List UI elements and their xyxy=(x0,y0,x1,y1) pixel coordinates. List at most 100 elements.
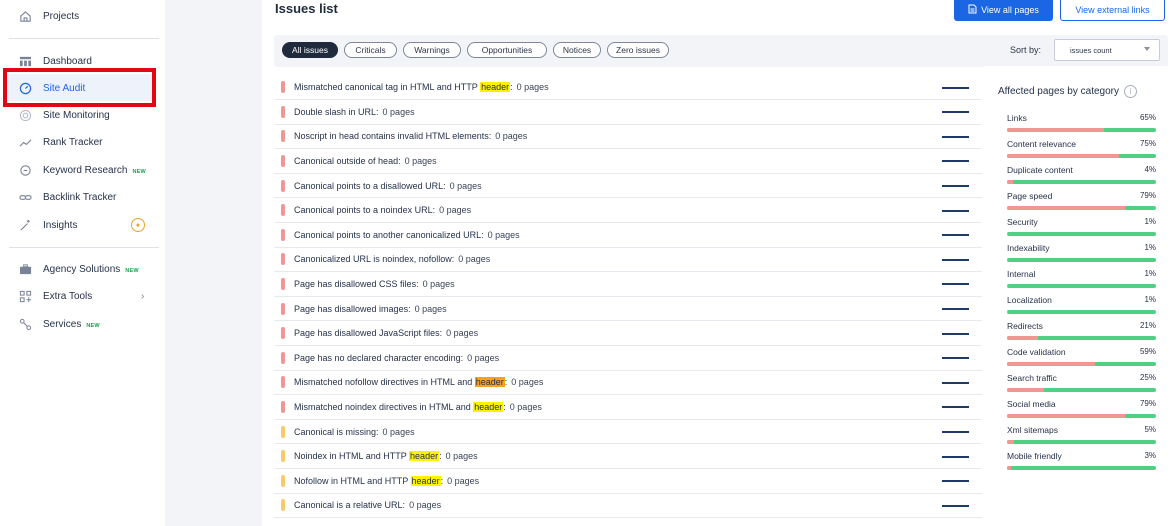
issue-page-count: 0 pages xyxy=(382,426,415,437)
sidebar-item-backlink-tracker[interactable]: Backlink Tracker xyxy=(0,185,165,209)
issue-row[interactable]: Nofollow in HTML and HTTP header: 0 pages xyxy=(274,469,982,494)
info-icon[interactable]: i xyxy=(1124,85,1138,98)
sidebar-item-services[interactable]: Services NEW xyxy=(0,312,165,336)
category-name: Mobile friendly xyxy=(1007,451,1062,461)
severity-indicator xyxy=(281,130,285,143)
chip-criticals[interactable]: Criticals xyxy=(344,42,397,58)
category-item[interactable]: Localization 1% xyxy=(1007,292,1156,318)
sidebar-item-projects[interactable]: Projects xyxy=(0,4,165,28)
issue-row[interactable]: Mismatched nofollow directives in HTML a… xyxy=(274,371,982,396)
issue-page-count: 0 pages xyxy=(495,131,528,142)
category-name: Security xyxy=(1007,217,1038,227)
chevron-right-icon: › xyxy=(141,290,145,302)
category-item[interactable]: Page speed 79% xyxy=(1007,188,1156,214)
sidebar-item-insights[interactable]: Insights ✦ xyxy=(0,213,165,237)
issue-trend-line xyxy=(942,283,969,286)
sort-select[interactable]: issues count xyxy=(1054,39,1160,61)
issue-row[interactable]: Double slash in URL: 0 pages xyxy=(274,100,982,125)
issue-row[interactable]: Page has disallowed images: 0 pages xyxy=(274,297,982,322)
category-percent: 25% xyxy=(1139,373,1156,382)
severity-indicator xyxy=(281,179,285,192)
sidebar-divider xyxy=(9,38,159,39)
category-item[interactable]: Internal 1% xyxy=(1007,266,1156,292)
issue-row[interactable]: Canonicalized URL is noindex, nofollow: 0… xyxy=(274,248,982,273)
chip-notices[interactable]: Notices xyxy=(553,42,601,58)
severity-indicator xyxy=(281,302,285,315)
page-title: Issues list xyxy=(275,1,338,16)
issue-row[interactable]: Page has no declared character encoding:… xyxy=(274,346,982,371)
issue-row[interactable]: Canonical points to another canonicalize… xyxy=(274,223,982,248)
sidebar-item-rank-tracker[interactable]: Rank Tracker xyxy=(0,130,165,154)
wand-icon xyxy=(18,218,32,232)
chip-warnings[interactable]: Warnings xyxy=(403,42,461,58)
category-item[interactable]: Duplicate content 4% xyxy=(1007,162,1156,188)
briefcase-icon xyxy=(18,262,32,276)
issue-title: Canonical outside of head: xyxy=(294,156,401,167)
issue-trend-line xyxy=(942,357,969,360)
category-item[interactable]: Content relevance 75% xyxy=(1007,136,1156,162)
issue-row[interactable]: Mismatched noindex directives in HTML an… xyxy=(274,395,982,420)
category-item[interactable]: Xml sitemaps 5% xyxy=(1007,422,1156,448)
chip-opportunities[interactable]: Opportunities xyxy=(467,42,547,58)
category-progress-fill xyxy=(1007,362,1095,366)
issue-row[interactable]: Canonical is a relative URL: 0 pages xyxy=(274,494,982,519)
issue-row[interactable]: Noscript in head contains invalid HTML e… xyxy=(274,125,982,150)
category-item[interactable]: Social media 79% xyxy=(1007,396,1156,422)
category-progress-fill xyxy=(1007,154,1119,158)
issue-page-count: 0 pages xyxy=(516,82,549,93)
view-external-links-button[interactable]: View external links xyxy=(1060,0,1165,21)
services-icon xyxy=(18,317,32,331)
category-item[interactable]: Redirects 21% xyxy=(1007,318,1156,344)
category-progress-bar xyxy=(1007,180,1156,184)
issue-highlight: header xyxy=(480,82,511,93)
sidebar-item-label: Extra Tools xyxy=(43,290,93,302)
category-name: Xml sitemaps xyxy=(1007,425,1059,435)
issue-trend-line xyxy=(942,332,969,335)
chip-zero-issues[interactable]: Zero issues xyxy=(607,42,669,58)
issue-text: Noindex in HTML and HTTP header: 0 pages xyxy=(294,451,478,462)
category-name: Redirects xyxy=(1007,321,1043,331)
category-percent: 59% xyxy=(1139,347,1156,356)
issue-title-suffix: : xyxy=(440,475,444,486)
issue-trend-line xyxy=(942,480,969,483)
category-progress-fill xyxy=(1007,310,1009,314)
category-item[interactable]: Links 65% xyxy=(1007,110,1156,136)
chip-all-issues[interactable]: All issues xyxy=(282,42,338,58)
issue-row[interactable]: Canonical outside of head: 0 pages xyxy=(274,149,982,174)
category-item[interactable]: Mobile friendly 3% xyxy=(1007,448,1156,474)
category-item[interactable]: Security 1% xyxy=(1007,214,1156,240)
issue-page-count: 0 pages xyxy=(458,254,491,265)
view-all-pages-label: View all pages xyxy=(981,4,1039,15)
sidebar-item-keyword-research[interactable]: Keyword Research NEW xyxy=(0,158,165,182)
issue-row[interactable]: Mismatched canonical tag in HTML and HTT… xyxy=(274,76,982,101)
dashboard-icon xyxy=(18,54,32,68)
category-progress-fill xyxy=(1007,284,1009,288)
sidebar-item-extra-tools[interactable]: Extra Tools › xyxy=(0,284,165,308)
sidebar-item-agency-solutions[interactable]: Agency Solutions NEW xyxy=(0,257,165,281)
category-item[interactable]: Code validation 59% xyxy=(1007,344,1156,370)
severity-indicator xyxy=(281,228,285,241)
view-all-pages-button[interactable]: View all pages xyxy=(954,0,1053,21)
category-percent: 21% xyxy=(1139,321,1156,330)
issue-row[interactable]: Canonical points to a noindex URL: 0 page… xyxy=(274,199,982,224)
issue-highlight: header xyxy=(474,377,505,388)
category-item[interactable]: Search traffic 25% xyxy=(1007,370,1156,396)
issue-row[interactable]: Page has disallowed JavaScript files: 0 p… xyxy=(274,322,982,347)
issue-title: Canonical points to a disallowed URL: xyxy=(294,180,446,191)
issue-text: Canonical is a relative URL: 0 pages xyxy=(294,500,441,510)
sidebar-item-label-wrap: Agency Solutions NEW xyxy=(43,264,139,275)
severity-indicator xyxy=(281,499,285,512)
issue-row[interactable]: Canonical is missing: 0 pages xyxy=(274,420,982,445)
issue-row[interactable]: Canonical points to a disallowed URL: 0 p… xyxy=(274,174,982,199)
issue-text: Page has disallowed images: 0 pages xyxy=(294,304,447,314)
issue-row[interactable]: Noindex in HTML and HTTP header: 0 pages xyxy=(274,445,982,470)
issue-highlight: header xyxy=(409,451,440,462)
category-item[interactable]: Indexability 1% xyxy=(1007,240,1156,266)
issue-title-suffix: : xyxy=(510,82,513,93)
issue-page-count: 0 pages xyxy=(382,106,415,117)
main-content: Issues list View all pages View external… xyxy=(262,0,1176,526)
issue-trend-line xyxy=(942,381,969,384)
issue-trend-line xyxy=(942,430,969,433)
issue-row[interactable]: Page has disallowed CSS files: 0 pages xyxy=(274,272,982,297)
category-progress-fill xyxy=(1007,336,1039,340)
